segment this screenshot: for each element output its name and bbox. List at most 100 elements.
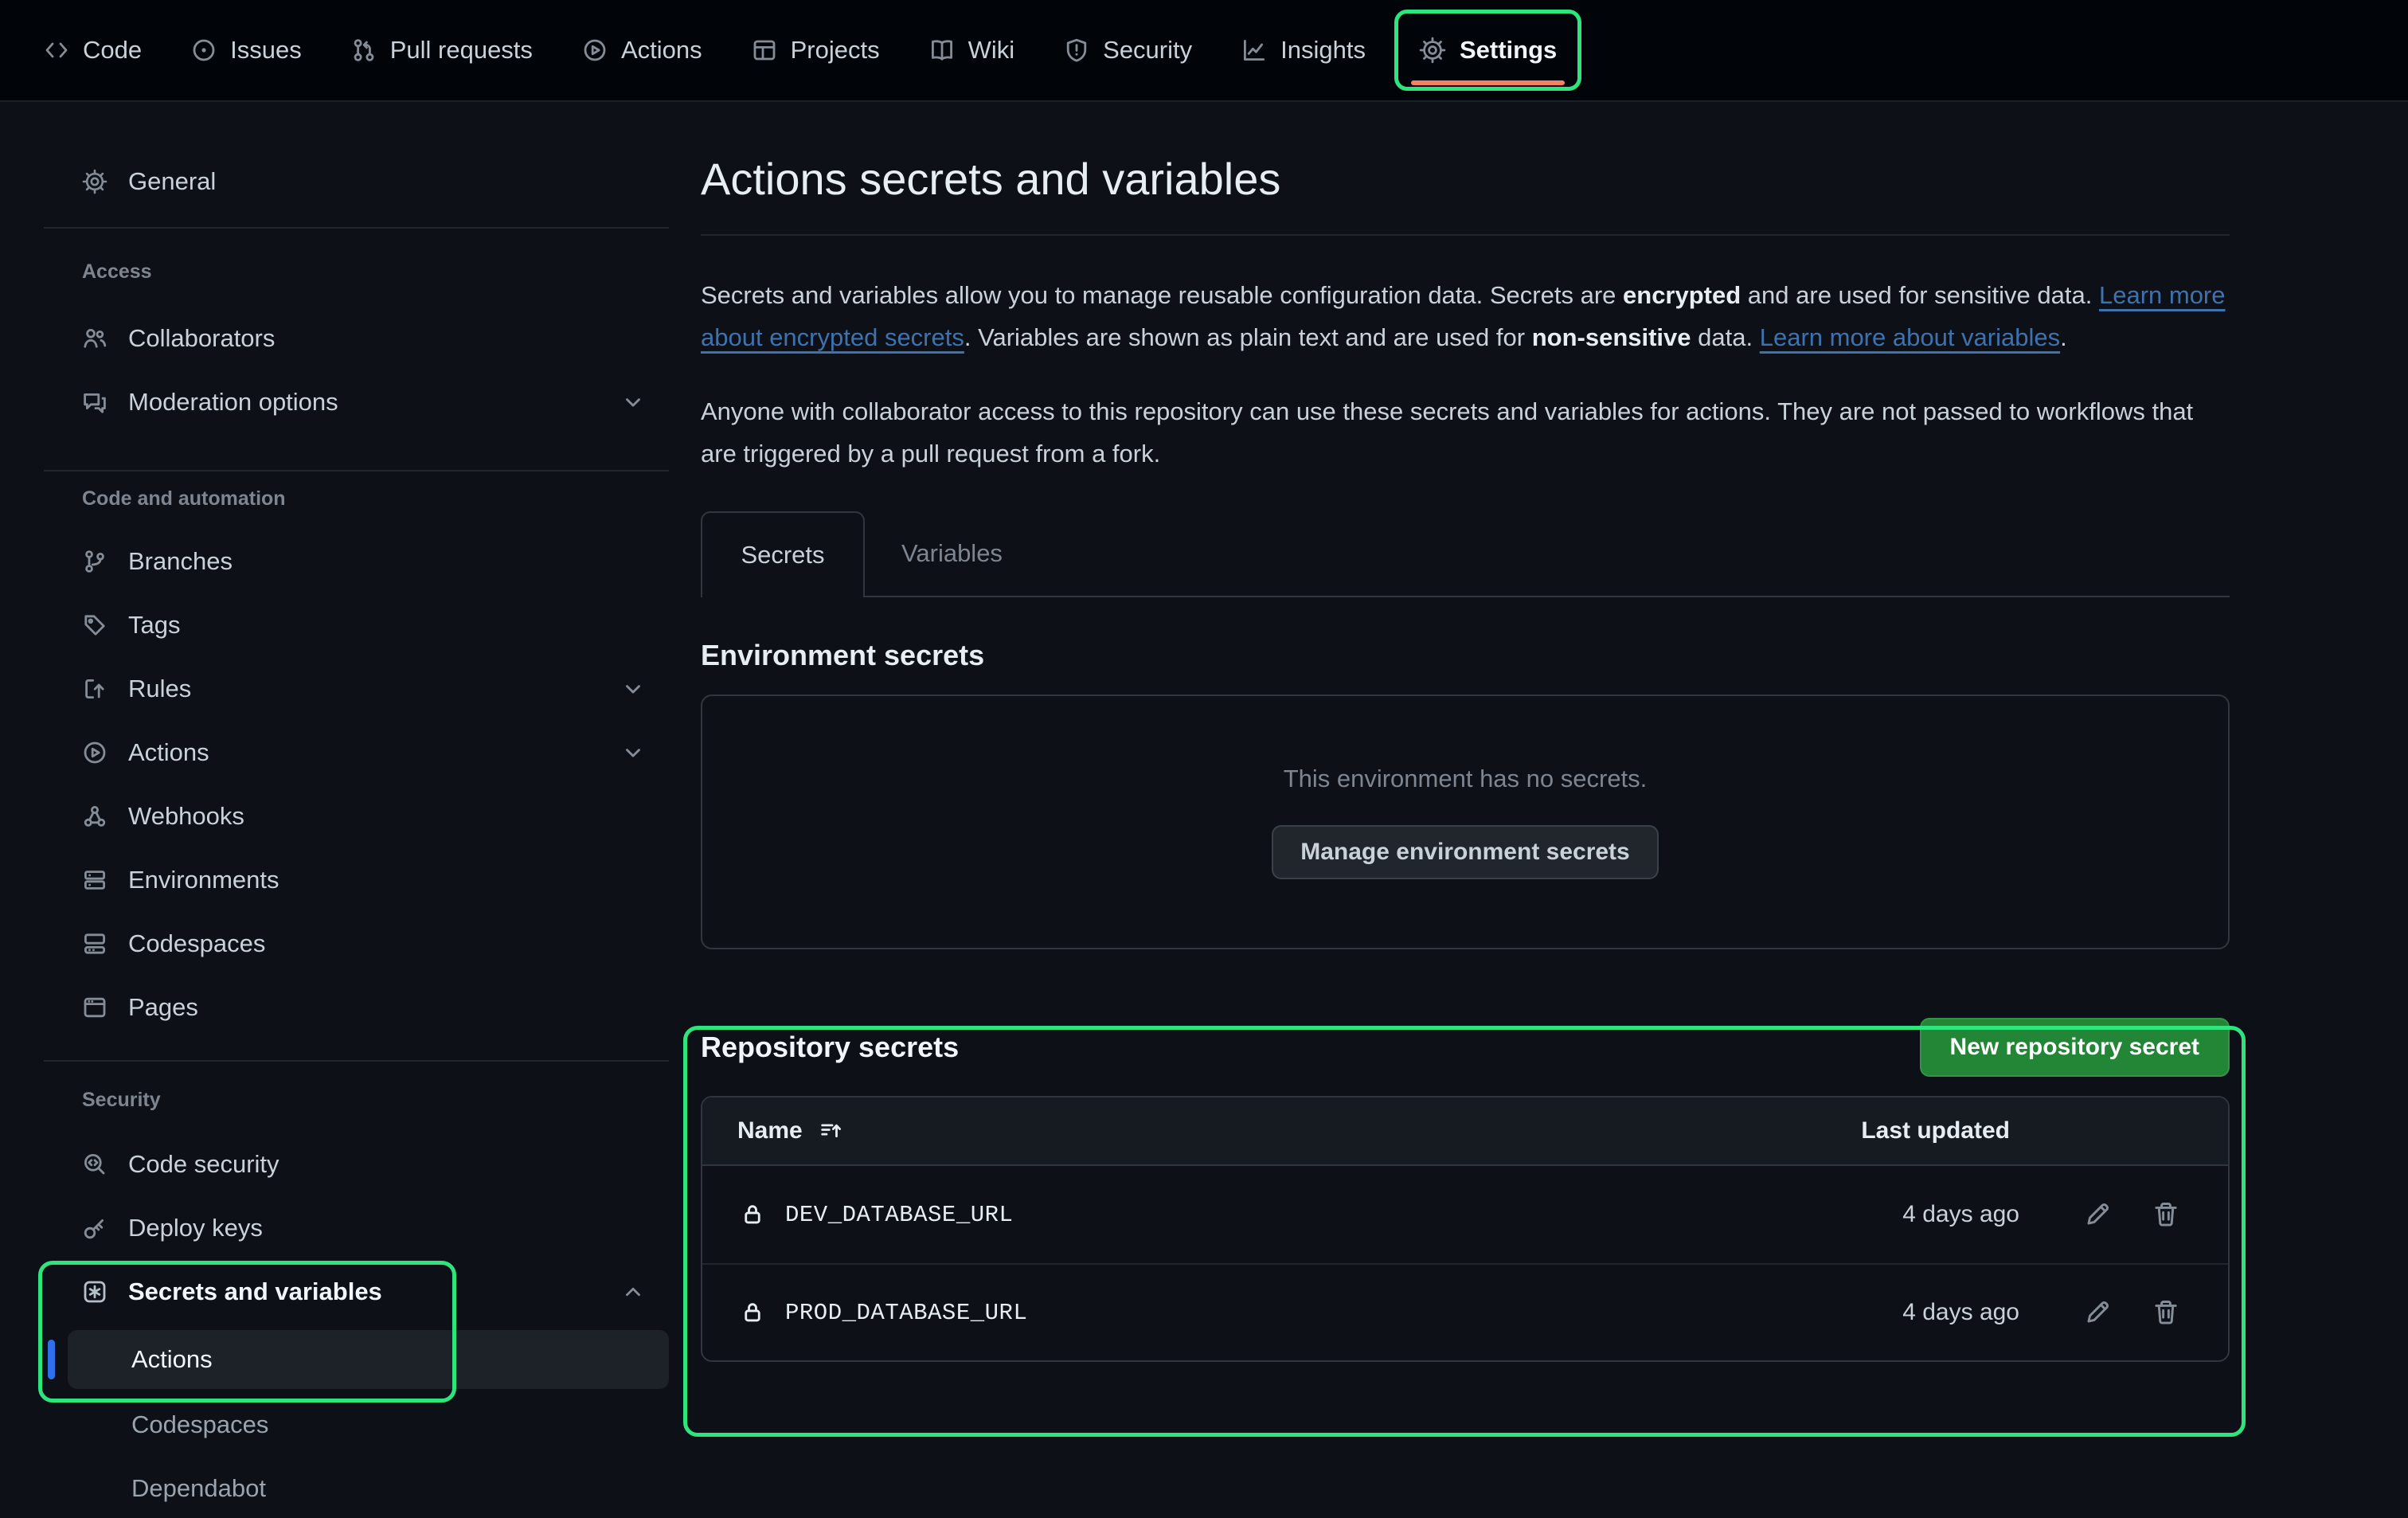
sidebar-item-label: Environments [128,866,280,894]
sidebar-item-label: Secrets and variables [128,1277,382,1306]
repository-secrets-header: Repository secrets New repository secret [701,1018,2230,1077]
asterisk-box-icon [82,1279,108,1305]
edit-secret-button[interactable] [2083,1298,2112,1327]
intro-text: and are used for sensitive data. [1741,281,2099,309]
table-header-row: Name Last updated [702,1097,2228,1166]
sidebar-item-label: Actions [128,738,209,767]
empty-state-message: This environment has no secrets. [1284,765,1648,793]
secret-name: DEV_DATABASE_URL [785,1202,1013,1228]
browser-icon [82,995,108,1020]
sidebar-item-label: Deploy keys [128,1214,263,1242]
graph-icon [1241,37,1267,63]
collaborator-access-paragraph: Anyone with collaborator access to this … [701,390,2234,475]
codespaces-icon [82,931,108,957]
settings-sidebar: General Access Collaborators Moderation … [44,150,669,1518]
sidebar-subitem-codespaces[interactable]: Codespaces [68,1395,669,1454]
rules-icon [82,676,108,702]
people-icon [82,326,108,351]
edit-secret-button[interactable] [2083,1200,2112,1229]
delete-secret-button[interactable] [2152,1200,2180,1229]
git-pull-request-icon [351,37,377,63]
chevron-down-icon [621,390,645,414]
sidebar-item-collaborators[interactable]: Collaborators [44,307,669,370]
sidebar-item-label: Webhooks [128,802,244,831]
sidebar-divider [44,470,669,471]
sidebar-item-label: Pages [128,993,198,1022]
page-title: Actions secrets and variables [701,151,2230,207]
sidebar-item-code-security[interactable]: Code security [44,1133,669,1196]
manage-environment-secrets-button[interactable]: Manage environment secrets [1272,825,1658,879]
sidebar-divider [44,227,669,229]
code-scan-icon [82,1152,108,1177]
sidebar-item-actions[interactable]: Actions [44,721,669,784]
sidebar-item-webhooks[interactable]: Webhooks [44,784,669,848]
intro-bold-non-sensitive: non-sensitive [1532,323,1691,351]
tab-actions[interactable]: Actions [582,36,702,65]
comment-discussion-icon [82,389,108,415]
tab-insights[interactable]: Insights [1241,36,1366,65]
name-column-sort[interactable]: Name [737,1117,842,1144]
sidebar-item-general[interactable]: General [44,150,669,213]
delete-secret-button[interactable] [2152,1298,2180,1327]
intro-text: . Variables are shown as plain text and … [964,323,1532,351]
sidebar-item-label: Rules [128,675,191,703]
tab-issues[interactable]: Issues [191,36,302,65]
sidebar-item-deploy-keys[interactable]: Deploy keys [44,1196,669,1260]
tab-pull-requests[interactable]: Pull requests [351,36,533,65]
tab-settings[interactable]: Settings [1394,10,1581,91]
sidebar-item-label: Moderation options [128,388,338,417]
chevron-down-icon [621,677,645,701]
learn-more-variables-link[interactable]: Learn more about variables [1760,323,2060,351]
tab-label: Code [83,36,142,65]
environment-secrets-empty-box: This environment has no secrets. Manage … [701,694,2230,949]
tab-code[interactable]: Code [44,36,142,65]
chevron-down-icon [621,741,645,765]
intro-text: Secrets and variables allow you to manag… [701,281,1623,309]
code-icon [44,37,69,63]
sidebar-item-label: Tags [128,611,180,640]
sidebar-item-codespaces[interactable]: Codespaces [44,912,669,976]
key-icon [82,1215,108,1241]
tab-label: Settings [1460,36,1557,65]
sidebar-section-access: Access [44,257,669,286]
sidebar-item-tags[interactable]: Tags [44,593,669,657]
sidebar-item-pages[interactable]: Pages [44,976,669,1039]
tab-variables[interactable]: Variables [865,511,1039,596]
new-repository-secret-button[interactable]: New repository secret [1920,1018,2230,1077]
sidebar-item-secrets-and-variables[interactable]: Secrets and variables [44,1260,669,1324]
play-circle-icon [582,37,608,63]
tab-secrets[interactable]: Secrets [701,511,865,597]
git-branch-icon [82,549,108,574]
sidebar-item-label: Branches [128,547,233,576]
tab-label: Pull requests [390,36,533,65]
sidebar-item-environments[interactable]: Environments [44,848,669,912]
repository-secrets-table: Name Last updated DEV_DATABASE_URL 4 day… [701,1096,2230,1362]
sidebar-divider [44,1060,669,1062]
shield-icon [1064,37,1089,63]
intro-text: . [2060,323,2067,351]
sidebar-item-label: Codespaces [131,1410,268,1439]
sidebar-item-moderation-options[interactable]: Moderation options [44,370,669,434]
sidebar-item-rules[interactable]: Rules [44,657,669,721]
tab-projects[interactable]: Projects [752,36,880,65]
tab-wiki[interactable]: Wiki [929,36,1015,65]
tab-label: Projects [791,36,880,65]
webhook-icon [82,804,108,829]
lock-icon [741,1301,764,1324]
chevron-up-icon [621,1280,645,1304]
tab-security[interactable]: Security [1064,36,1192,65]
table-icon [752,37,777,63]
intro-bold-encrypted: encrypted [1623,281,1741,309]
environment-secrets-heading: Environment secrets [701,639,2230,672]
tab-label: Insights [1280,36,1366,65]
sidebar-item-branches[interactable]: Branches [44,530,669,593]
repo-tab-bar: Code Issues Pull requests Actions Projec… [0,0,2408,102]
sidebar-subitem-dependabot[interactable]: Dependabot [68,1459,669,1518]
sidebar-item-label: Codespaces [128,929,265,958]
sidebar-subitem-actions[interactable]: Actions [68,1330,669,1389]
name-column-header: Name [737,1117,803,1144]
secrets-variables-tabnav: Secrets Variables [701,511,2230,597]
sidebar-item-label: Code security [128,1150,280,1179]
intro-text: data. [1691,323,1760,351]
last-updated-column-header: Last updated [1861,1117,2010,1144]
